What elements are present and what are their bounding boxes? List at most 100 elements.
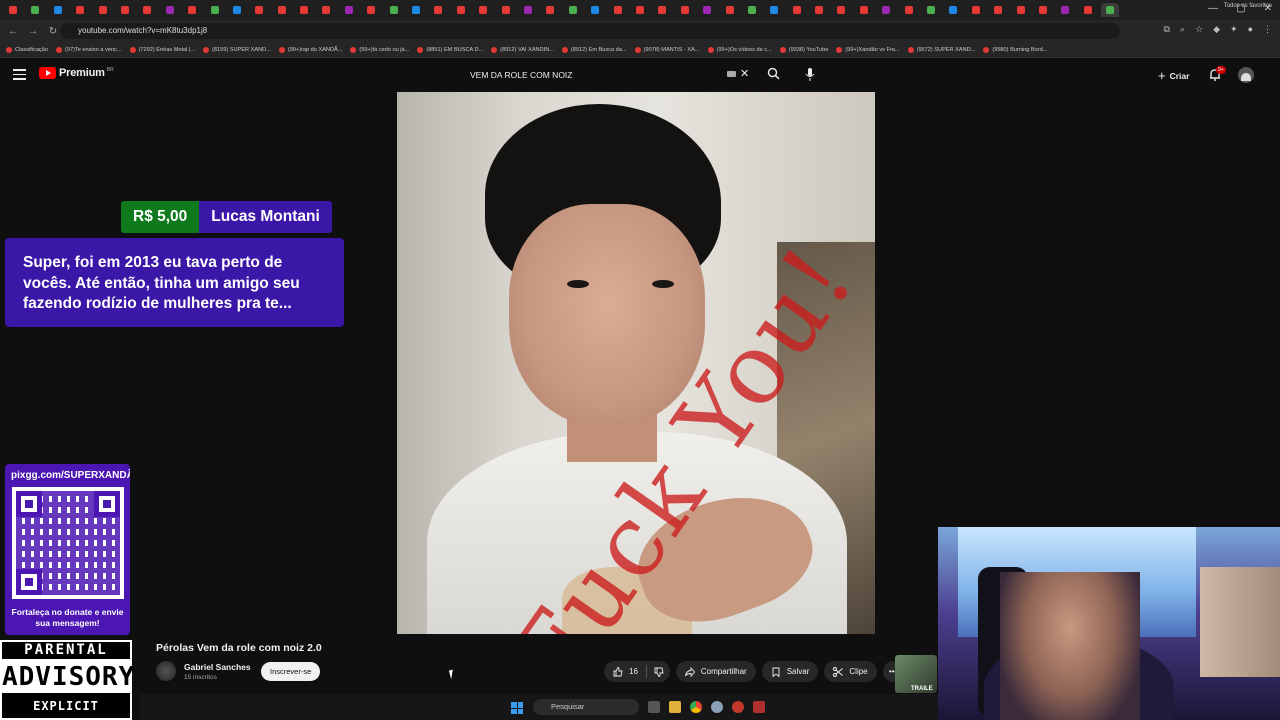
microphone-icon[interactable] xyxy=(805,68,815,81)
browser-tab[interactable] xyxy=(497,3,515,17)
browser-tab[interactable] xyxy=(71,3,89,17)
channel-name[interactable]: Gabriel Sanches xyxy=(184,662,251,672)
reload-icon[interactable]: ↻ xyxy=(46,26,60,37)
browser-tab[interactable] xyxy=(855,3,873,17)
browser-tab[interactable] xyxy=(161,3,179,17)
search-icon[interactable] xyxy=(767,67,780,80)
browser-tab[interactable] xyxy=(250,3,268,17)
forward-icon[interactable]: → xyxy=(26,26,40,37)
all-bookmarks[interactable]: Todos os favoritos xyxy=(1224,3,1272,9)
bookmark-item[interactable]: (7292) Enéas Metal |... xyxy=(129,46,195,53)
profile-icon[interactable]: ● xyxy=(1248,24,1253,35)
browser-tab[interactable] xyxy=(452,3,470,17)
browser-tab[interactable] xyxy=(273,3,291,17)
browser-tab[interactable] xyxy=(832,3,850,17)
browser-tab[interactable] xyxy=(922,3,940,17)
windows-start-icon[interactable] xyxy=(511,702,523,714)
browser-tab[interactable] xyxy=(541,3,559,17)
browser-tab[interactable] xyxy=(1079,3,1097,17)
browser-tab[interactable] xyxy=(810,3,828,17)
like-icon[interactable] xyxy=(613,666,623,677)
browser-menu-icon[interactable]: ⋮ xyxy=(1263,24,1272,35)
browser-tab[interactable] xyxy=(676,3,694,17)
video-player[interactable]: Fuck You! xyxy=(397,92,875,634)
account-avatar[interactable] xyxy=(1238,67,1254,83)
bookmark-item[interactable]: (8912) VAI XANDIN... xyxy=(491,46,554,53)
dislike-icon[interactable] xyxy=(654,667,664,677)
browser-tab[interactable] xyxy=(967,3,985,17)
url-field[interactable]: youtube.com/watch?v=mK8tu3dp1j8 xyxy=(60,23,1120,39)
browser-tab[interactable] xyxy=(721,3,739,17)
back-icon[interactable]: ← xyxy=(6,26,20,37)
task-view-icon[interactable] xyxy=(648,701,660,713)
browser-tab[interactable] xyxy=(1034,3,1052,17)
hamburger-menu-icon[interactable] xyxy=(13,69,26,80)
create-button[interactable]: + Criar xyxy=(1158,68,1189,83)
browser-tab[interactable] xyxy=(877,3,895,17)
browser-tab[interactable] xyxy=(138,3,156,17)
browser-tab[interactable] xyxy=(474,3,492,17)
browser-tab[interactable] xyxy=(609,3,627,17)
browser-tab[interactable] xyxy=(385,3,403,17)
taskbar-search[interactable]: Pesquisar xyxy=(533,699,639,715)
share-button[interactable]: Compartilhar xyxy=(675,661,756,682)
browser-tab[interactable] xyxy=(900,3,918,17)
browser-tab[interactable] xyxy=(564,3,582,17)
browser-tab[interactable] xyxy=(519,3,537,17)
browser-tab[interactable] xyxy=(183,3,201,17)
browser-tab[interactable] xyxy=(788,3,806,17)
chrome-icon[interactable] xyxy=(690,701,702,713)
browser-tab[interactable] xyxy=(586,3,604,17)
bookmark-item[interactable]: (99+)tá cedo ou já... xyxy=(350,46,409,53)
browser-tab[interactable] xyxy=(653,3,671,17)
extension-icon[interactable]: ◆ xyxy=(1213,24,1220,35)
browser-tab[interactable] xyxy=(295,3,313,17)
browser-tab[interactable] xyxy=(206,3,224,17)
settings-icon[interactable] xyxy=(711,701,723,713)
bookmark-item[interactable]: (99+)rap do XANDÃ... xyxy=(278,46,342,53)
clip-button[interactable]: Clipe xyxy=(824,661,877,682)
browser-tab[interactable] xyxy=(765,3,783,17)
browser-tab[interactable] xyxy=(94,3,112,17)
browser-tab[interactable] xyxy=(228,3,246,17)
app-icon[interactable] xyxy=(732,701,744,713)
browser-tab[interactable] xyxy=(1056,3,1074,17)
browser-tab[interactable] xyxy=(944,3,962,17)
browser-tab[interactable] xyxy=(340,3,358,17)
puzzle-icon[interactable]: ✦ xyxy=(1230,24,1238,35)
next-video-thumbnail[interactable]: TRAILE xyxy=(895,655,937,693)
clear-search-icon[interactable]: ✕ xyxy=(740,67,749,80)
browser-tab[interactable] xyxy=(4,3,22,17)
bookmark-item[interactable]: (99+)Os vídeos de c... xyxy=(707,46,772,53)
search-input[interactable]: VEM DA ROLE COM NOIZ xyxy=(462,67,760,83)
obs-icon[interactable] xyxy=(753,701,765,713)
bookmark-item[interactable]: (8912) Em Busca da... xyxy=(561,46,627,53)
browser-tab[interactable] xyxy=(429,3,447,17)
bookmark-item[interactable]: (9580) Burning Bord... xyxy=(983,46,1047,53)
youtube-logo[interactable]: Premium BR xyxy=(39,67,114,79)
browser-tab[interactable] xyxy=(743,3,761,17)
browser-tab[interactable] xyxy=(49,3,67,17)
install-icon[interactable]: ⧉ xyxy=(1164,24,1170,35)
browser-tab[interactable] xyxy=(631,3,649,17)
browser-tab[interactable] xyxy=(989,3,1007,17)
bookmark-item[interactable]: (9572) SUPER XAND... xyxy=(907,46,975,53)
browser-tab[interactable] xyxy=(116,3,134,17)
channel-avatar[interactable] xyxy=(156,661,176,681)
bookmark-item[interactable]: (99+)Xandão vs Fra... xyxy=(836,46,900,53)
save-button[interactable]: Salvar xyxy=(761,661,819,682)
bookmark-item[interactable]: (9078) MANTIS - XA... xyxy=(634,46,700,53)
bookmark-item[interactable]: (8851) EM BUSCA D... xyxy=(417,46,483,53)
browser-tab[interactable] xyxy=(26,3,44,17)
minimize-icon[interactable]: — xyxy=(1208,3,1218,14)
keyboard-icon[interactable] xyxy=(727,71,736,77)
bookmark-item[interactable]: Classificação xyxy=(6,46,48,53)
bookmark-star-icon[interactable]: ☆ xyxy=(1195,24,1203,35)
zoom-icon[interactable]: ⌕ xyxy=(1180,24,1185,35)
file-explorer-icon[interactable] xyxy=(669,701,681,713)
bookmark-item[interactable]: (97)Te ensino a venc... xyxy=(55,46,122,53)
subscribe-button[interactable]: Inscrever-se xyxy=(261,662,321,681)
browser-tab[interactable] xyxy=(1101,3,1120,17)
bookmark-item[interactable]: (8159) SUPER XAND... xyxy=(203,46,271,53)
bookmark-item[interactable]: (9338) YouTube xyxy=(779,46,828,53)
